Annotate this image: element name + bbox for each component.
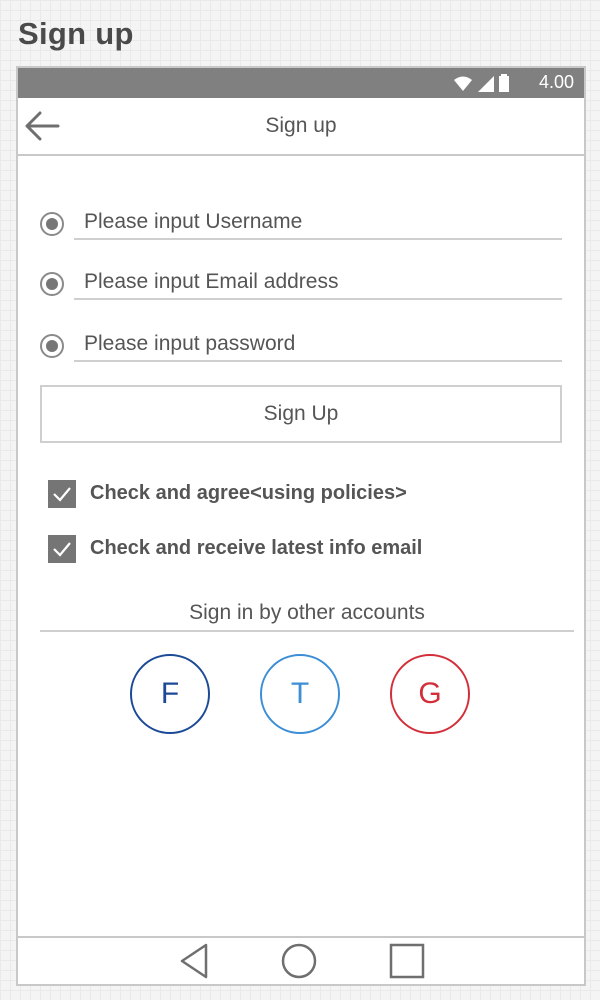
recents-square-icon[interactable] [388, 942, 426, 980]
info-email-row: Check and receive latest info email [48, 535, 568, 565]
status-bar: 4.00 [18, 68, 584, 98]
agree-policies-checkbox[interactable] [48, 480, 76, 508]
checkmark-icon [53, 487, 71, 502]
page-heading: Sign up [18, 16, 134, 51]
status-icons [452, 74, 516, 94]
agree-policies-row: Check and agree<using policies> [48, 480, 568, 510]
sign-up-button[interactable]: Sign Up [40, 385, 562, 443]
facebook-login-button[interactable]: F [130, 654, 210, 734]
username-input[interactable] [74, 206, 562, 240]
email-input[interactable] [74, 266, 562, 300]
info-email-checkbox[interactable] [48, 535, 76, 563]
agree-policies-label: Check and agree<using policies> [90, 482, 407, 504]
facebook-letter: F [160, 677, 180, 710]
home-circle-icon[interactable] [280, 942, 318, 980]
phone-frame: 4.00 Sign up Sign Up Check and agree<usi… [16, 66, 586, 986]
username-row [40, 206, 562, 242]
radio-icon [40, 212, 64, 236]
checkmark-icon [53, 542, 71, 557]
other-accounts-title: Sign in by other accounts [189, 601, 425, 624]
signal-icon [478, 76, 494, 92]
twitter-letter: T [290, 677, 310, 710]
wifi-icon [454, 76, 472, 91]
app-bar: Sign up [18, 98, 584, 156]
back-triangle-icon[interactable] [176, 942, 212, 980]
google-letter: G [418, 677, 442, 710]
info-email-label: Check and receive latest info email [90, 537, 423, 559]
twitter-login-button[interactable]: T [260, 654, 340, 734]
password-row [40, 328, 562, 364]
password-input[interactable] [74, 328, 562, 362]
radio-icon [40, 334, 64, 358]
email-row [40, 266, 562, 302]
status-time: 4.00 [538, 72, 574, 92]
battery-icon [499, 74, 509, 92]
app-title: Sign up [265, 114, 337, 137]
google-login-button[interactable]: G [390, 654, 470, 734]
radio-icon [40, 272, 64, 296]
divider [40, 630, 574, 632]
navigation-bar [18, 936, 584, 984]
